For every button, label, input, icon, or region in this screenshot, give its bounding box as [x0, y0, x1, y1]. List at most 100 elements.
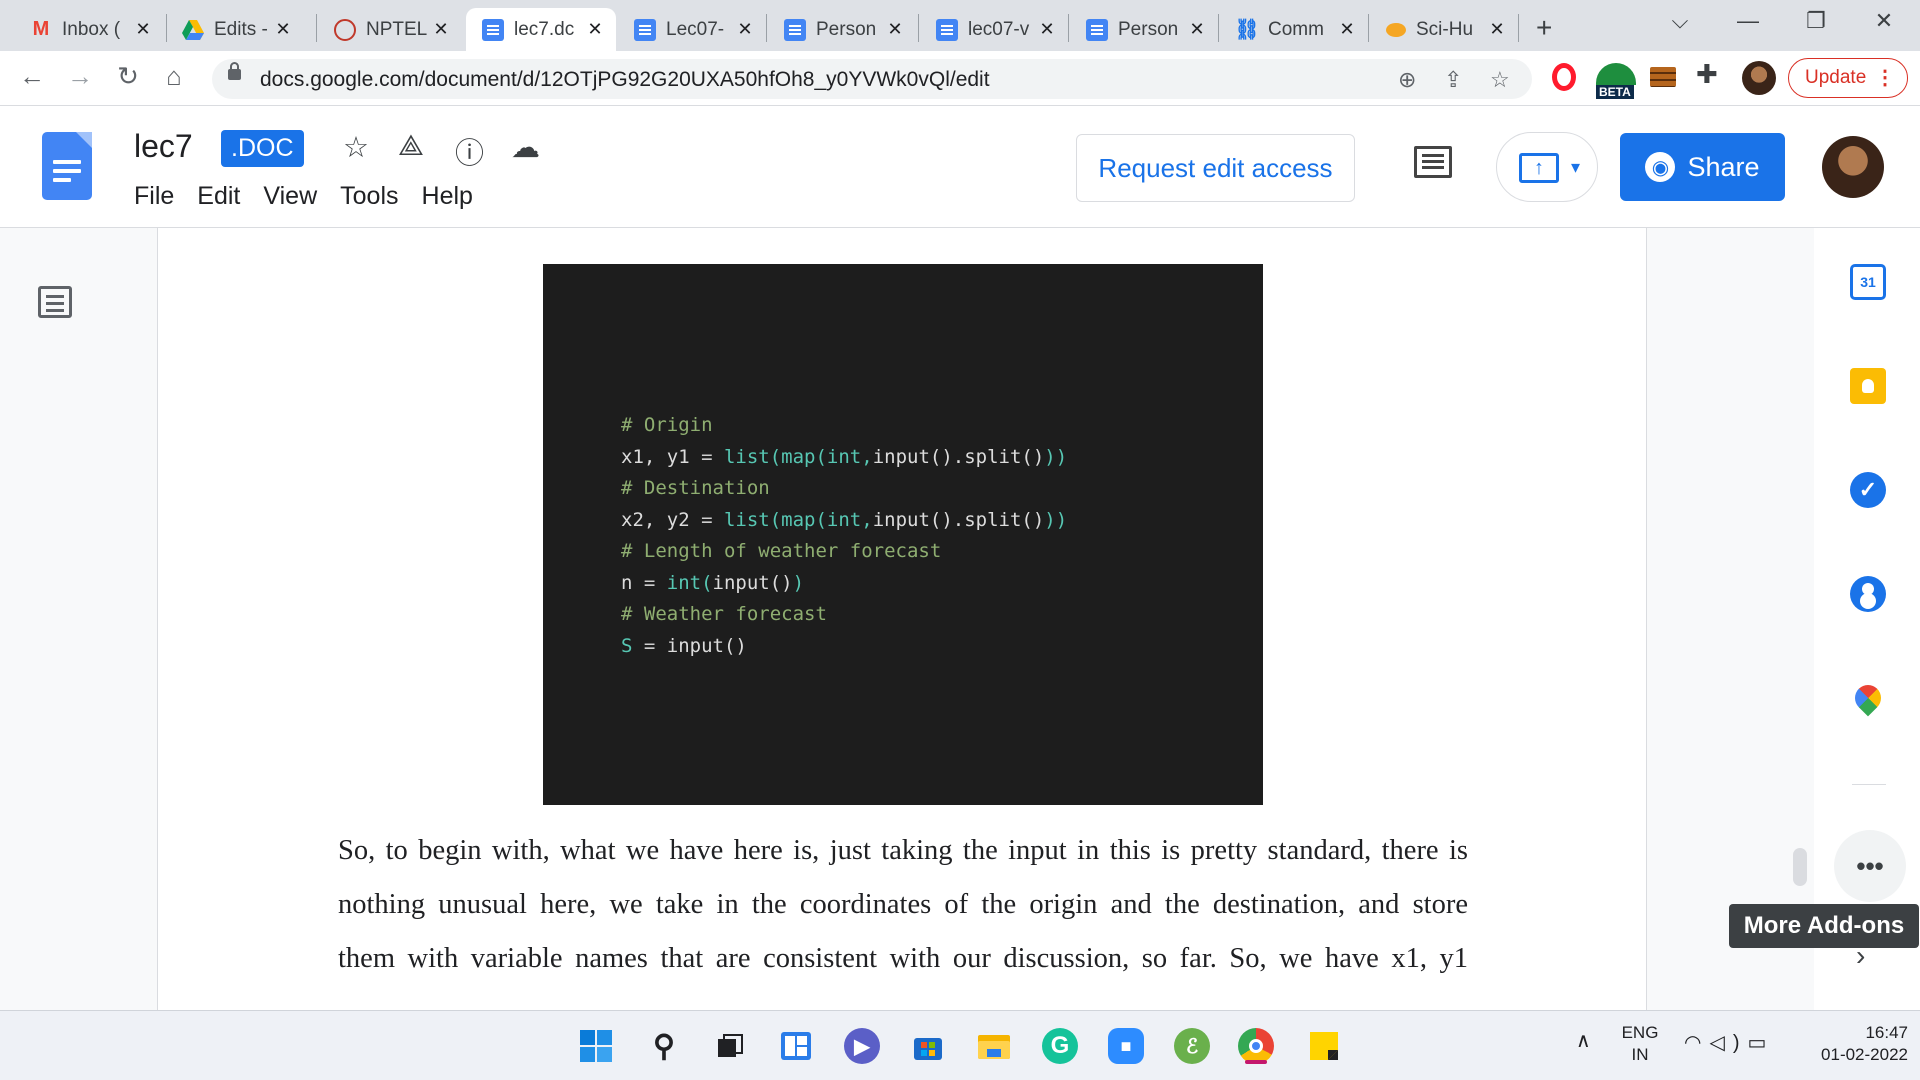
sticky-notes-icon[interactable]: [1306, 1028, 1342, 1064]
zoom-icon[interactable]: ⊕: [1398, 67, 1416, 93]
add-to-drive-icon[interactable]: ⟁: [398, 130, 424, 163]
tab-gmail[interactable]: M Inbox ( ✕: [14, 8, 164, 51]
code-token: =: [632, 634, 667, 657]
close-icon[interactable]: ✕: [884, 19, 906, 40]
file-explorer-icon[interactable]: [976, 1028, 1012, 1064]
request-edit-access-button[interactable]: Request edit access: [1076, 134, 1355, 202]
close-icon[interactable]: ✕: [584, 19, 606, 40]
more-addons-button[interactable]: •••: [1834, 830, 1906, 902]
account-avatar[interactable]: [1822, 136, 1884, 198]
tab-title: NPTEL: [366, 18, 428, 40]
task-view-icon[interactable]: [712, 1028, 748, 1064]
document-title[interactable]: lec7: [134, 128, 193, 165]
lock-icon[interactable]: [228, 62, 241, 80]
back-arrow-icon[interactable]: ←: [14, 61, 50, 92]
close-icon[interactable]: ✕: [1486, 19, 1508, 40]
windows-start-icon[interactable]: [578, 1028, 614, 1064]
close-icon[interactable]: ✕: [1186, 19, 1208, 40]
update-button[interactable]: Update ⋮: [1788, 58, 1908, 98]
close-icon[interactable]: ✕: [734, 19, 756, 40]
grammarly-icon[interactable]: G: [1042, 1028, 1078, 1064]
keep-icon[interactable]: [1850, 368, 1886, 404]
document-outline-icon[interactable]: [38, 286, 72, 318]
widgets-icon[interactable]: [778, 1028, 814, 1064]
search-icon[interactable]: ⚲: [646, 1028, 682, 1064]
new-tab-button[interactable]: +: [1536, 12, 1552, 44]
kebab-menu-icon[interactable]: ⋮: [1875, 65, 1895, 90]
share-page-icon[interactable]: ⇪: [1444, 67, 1462, 93]
address-bar[interactable]: docs.google.com/document/d/12OTjPG92G20U…: [212, 59, 1532, 99]
tab-lec7-active[interactable]: lec7.dc ✕: [466, 8, 616, 51]
evernote-icon[interactable]: ℰ: [1174, 1028, 1210, 1064]
maps-icon[interactable]: [1849, 679, 1887, 717]
teams-chat-icon[interactable]: ▶: [844, 1028, 880, 1064]
menu-tools[interactable]: Tools: [340, 182, 398, 211]
close-icon[interactable]: ✕: [272, 19, 294, 40]
opera-icon[interactable]: [1552, 63, 1576, 91]
language-indicator[interactable]: ENG IN: [1620, 1022, 1660, 1066]
url-text: docs.google.com/document/d/12OTjPG92G20U…: [260, 68, 990, 91]
contacts-icon[interactable]: [1850, 576, 1886, 612]
system-tray[interactable]: ◠◁)▭: [1684, 1030, 1774, 1055]
tab-title: lec07-v: [968, 18, 1030, 40]
menu-edit[interactable]: Edit: [197, 182, 240, 211]
scrollbar-thumb[interactable]: [1793, 848, 1807, 886]
more-addons-tooltip: More Add-ons: [1729, 904, 1919, 948]
reload-icon[interactable]: ↻: [110, 61, 146, 92]
menu-bar: File Edit View Tools Help: [134, 182, 496, 211]
close-icon[interactable]: ✕: [132, 19, 154, 40]
tab-search-icon[interactable]: ⌵: [1660, 8, 1700, 34]
volume-icon[interactable]: ◁): [1709, 1032, 1747, 1054]
present-button[interactable]: ↑ ▾: [1496, 132, 1598, 202]
extension-beta-icon[interactable]: [1596, 63, 1636, 85]
forward-arrow-icon[interactable]: →: [62, 61, 98, 92]
docs-header: lec7 .DOC ☆ ⟁ ⓘ ☁ File Edit View Tools H…: [0, 106, 1920, 228]
star-icon[interactable]: ☆: [343, 130, 369, 165]
chevron-right-icon[interactable]: ›: [1856, 940, 1865, 972]
google-docs-logo-icon[interactable]: [42, 132, 92, 200]
tab-scihub[interactable]: Sci-Hu ✕: [1370, 8, 1518, 51]
cloud-status-icon[interactable]: ☁: [511, 130, 540, 165]
tab-person-2[interactable]: Person ✕: [1070, 8, 1218, 51]
menu-help[interactable]: Help: [422, 182, 473, 211]
code-token: # Weather forecast: [621, 603, 827, 625]
tab-title: Person: [1118, 18, 1179, 40]
menu-view[interactable]: View: [263, 182, 317, 211]
store-icon[interactable]: [910, 1028, 946, 1064]
comments-icon[interactable]: [1414, 146, 1452, 178]
tab-lec07-v[interactable]: lec07-v ✕: [920, 8, 1068, 51]
tab-person-1[interactable]: Person ✕: [768, 8, 916, 51]
profile-avatar[interactable]: [1742, 61, 1776, 95]
restore-icon[interactable]: ❐: [1796, 8, 1836, 34]
zoom-icon[interactable]: ■: [1108, 1028, 1144, 1064]
code-screenshot-image: # Origin x1, y1 = list(map(int,input().sp…: [543, 264, 1263, 805]
wifi-icon[interactable]: ◠: [1684, 1032, 1709, 1054]
close-icon[interactable]: ✕: [1036, 19, 1058, 40]
close-icon[interactable]: ✕: [1336, 19, 1358, 40]
tab-drive[interactable]: Edits - ✕: [166, 8, 304, 51]
brick-extension-icon[interactable]: [1650, 67, 1676, 87]
drive-icon: [182, 19, 204, 41]
tab-title: Comm: [1268, 18, 1324, 40]
window-close-icon[interactable]: ✕: [1864, 8, 1904, 34]
share-button[interactable]: ◉ Share: [1620, 133, 1785, 201]
menu-file[interactable]: File: [134, 182, 174, 211]
calendar-icon[interactable]: 31: [1850, 264, 1886, 300]
minimize-icon[interactable]: —: [1728, 8, 1768, 34]
chevron-up-icon[interactable]: ∧: [1576, 1028, 1591, 1053]
docs-icon: [482, 18, 504, 41]
tab-lec07[interactable]: Lec07- ✕: [618, 8, 766, 51]
clock-time: 16:47: [1865, 1023, 1908, 1042]
battery-icon[interactable]: ▭: [1748, 1032, 1775, 1054]
tasks-icon[interactable]: ✓: [1850, 472, 1886, 508]
info-icon[interactable]: ⓘ: [455, 130, 484, 172]
chrome-icon[interactable]: [1238, 1028, 1274, 1064]
close-icon[interactable]: ✕: [430, 19, 452, 40]
bookmark-star-icon[interactable]: ☆: [1490, 67, 1510, 93]
code-token: n: [621, 571, 633, 594]
tab-nptel[interactable]: NPTEL ✕: [318, 8, 462, 51]
extensions-puzzle-icon[interactable]: ✚: [1696, 59, 1726, 89]
tab-comm[interactable]: ⛓ Comm ✕: [1220, 8, 1368, 51]
home-icon[interactable]: ⌂: [156, 61, 192, 92]
system-clock[interactable]: 16:47 01-02-2022: [1790, 1022, 1908, 1066]
